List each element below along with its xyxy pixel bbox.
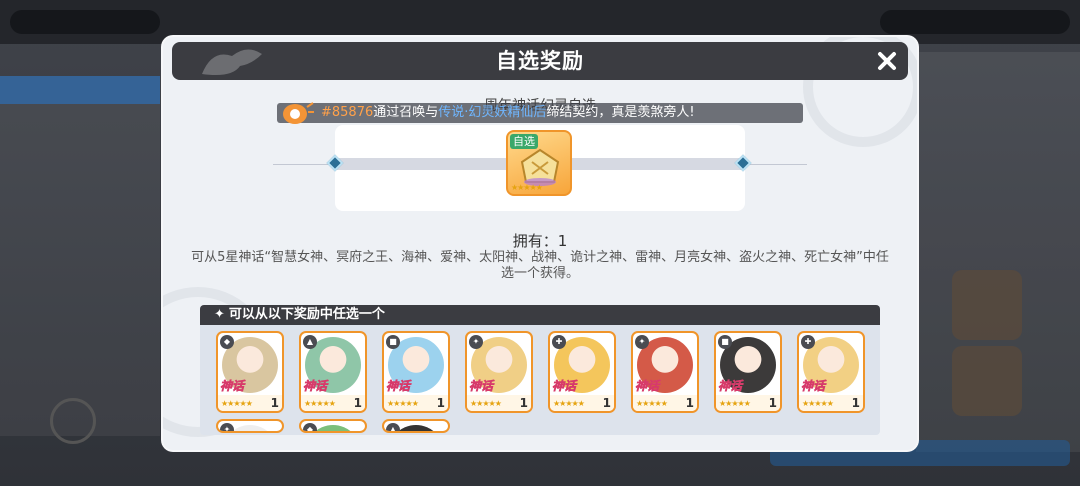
reward-description: 可从5星神话“智慧女神、冥府之王、海神、爱神、太阳神、战神、诡计之神、雷神、月亮… bbox=[191, 250, 889, 281]
reward-card[interactable]: ✦ bbox=[216, 419, 284, 433]
rarity-label: 神话 bbox=[635, 379, 660, 394]
star-rating: ★★★★★ bbox=[511, 183, 543, 192]
star-rating: ★★★★★ bbox=[470, 399, 502, 408]
owned-label: 拥有： bbox=[512, 232, 558, 250]
item-quantity: 1 bbox=[436, 396, 445, 410]
reward-card[interactable]: ✚ 神话 ★★★★★ 1 bbox=[548, 331, 616, 413]
reward-options-title-text: 可以从以下奖励中任选一个 bbox=[228, 307, 385, 322]
book-icon: ■ bbox=[386, 335, 400, 349]
item-quantity: 1 bbox=[519, 396, 528, 410]
shield-icon: ◆ bbox=[303, 423, 317, 431]
item-quantity: 1 bbox=[851, 396, 860, 410]
reward-card[interactable]: ✦ 神话 ★★★★★ 1 bbox=[465, 331, 533, 413]
reward-card[interactable]: ▲ 神话 ★★★★★ 1 bbox=[299, 331, 367, 413]
reward-options-panel: ✦ 可以从以下奖励中任选一个 ◆ 神话 ★★★★★ 1 ▲ 神话 ★★★★★ 1 ■ 神话 ★★★★★… bbox=[200, 305, 880, 435]
background-selected-nav bbox=[0, 76, 160, 104]
hammer-icon: ✚ bbox=[801, 335, 815, 349]
shield-icon: ◆ bbox=[220, 335, 234, 349]
sword-icon: ✦ bbox=[635, 335, 649, 349]
background-card bbox=[952, 346, 1022, 416]
star-rating: ★★★★★ bbox=[553, 399, 585, 408]
background-resource-pill bbox=[10, 10, 160, 34]
reward-card[interactable]: ■ 神话 ★★★★★ 1 bbox=[382, 331, 450, 413]
rarity-label: 神话 bbox=[801, 379, 826, 394]
reward-card[interactable]: ◆ bbox=[299, 419, 367, 433]
hammer-icon: ✚ bbox=[552, 335, 566, 349]
modal-title: 自选奖励 bbox=[496, 49, 584, 73]
book-icon: ■ bbox=[718, 335, 732, 349]
item-quantity: 1 bbox=[685, 396, 694, 410]
marquee-player-id: #85876 bbox=[321, 105, 374, 120]
self-select-tag: 自选 bbox=[510, 134, 538, 149]
owned-count: 拥有：1 bbox=[163, 230, 917, 251]
owned-value: 1 bbox=[557, 232, 568, 250]
item-quantity: 1 bbox=[602, 396, 611, 410]
sword-icon: ✦ bbox=[469, 335, 483, 349]
reward-options-title: ✦ 可以从以下奖励中任选一个 bbox=[214, 305, 385, 325]
reward-card[interactable]: ✦ 神话 ★★★★★ 1 bbox=[631, 331, 699, 413]
background-card bbox=[952, 270, 1022, 340]
marquee-text-segment: 缔结契约，真是羡煞旁人! bbox=[546, 105, 695, 120]
megaphone-icon bbox=[283, 102, 314, 124]
star-rating: ★★★★★ bbox=[387, 399, 419, 408]
chest-item[interactable]: 自选 ★★★★★ bbox=[506, 130, 572, 196]
rarity-label: 神话 bbox=[386, 379, 411, 394]
decor-line bbox=[273, 164, 333, 165]
rarity-label: 神话 bbox=[552, 379, 577, 394]
star-rating: ★★★★★ bbox=[719, 399, 751, 408]
star-rating: ★★★★★ bbox=[802, 399, 834, 408]
star-rating: ★★★★★ bbox=[304, 399, 336, 408]
reward-options-header: ✦ 可以从以下奖励中任选一个 bbox=[200, 305, 880, 325]
reward-card[interactable]: ▲ bbox=[382, 419, 450, 433]
star-rating: ★★★★★ bbox=[221, 399, 253, 408]
star-rating: ★★★★★ bbox=[636, 399, 668, 408]
golden-chest-icon bbox=[520, 148, 560, 186]
decor-line bbox=[747, 164, 807, 165]
reward-card[interactable]: ◆ 神话 ★★★★★ 1 bbox=[216, 331, 284, 413]
reward-select-modal: 自选奖励 周年神话幻灵自选 自选 ★★★★★ #85876通过召唤与传说·幻灵妖… bbox=[163, 37, 917, 450]
marquee-text-segment: 通过召唤与 bbox=[373, 105, 439, 120]
rarity-label: 神话 bbox=[718, 379, 743, 394]
rarity-label: 神话 bbox=[303, 379, 328, 394]
marquee-text: #85876通过召唤与传说·幻灵妖精仙后缔结契约，真是羡煞旁人! bbox=[321, 103, 695, 123]
item-quantity: 1 bbox=[353, 396, 362, 410]
modal-header: 自选奖励 bbox=[172, 42, 908, 80]
background-circle-button bbox=[50, 398, 96, 444]
sparkle-icon: ✦ bbox=[214, 307, 225, 322]
background-resource-pill bbox=[880, 10, 1070, 34]
helmet-icon: ▲ bbox=[303, 335, 317, 349]
item-quantity: 1 bbox=[270, 396, 279, 410]
background-left-panel bbox=[0, 76, 160, 436]
helmet-icon: ▲ bbox=[386, 423, 400, 431]
sword-icon: ✦ bbox=[220, 423, 234, 431]
item-quantity: 1 bbox=[768, 396, 777, 410]
marquee-highlight: 妖精仙后 bbox=[494, 105, 547, 120]
reward-card[interactable]: ■ 神话 ★★★★★ 1 bbox=[714, 331, 782, 413]
rarity-label: 神话 bbox=[469, 379, 494, 394]
close-icon[interactable] bbox=[874, 48, 900, 74]
broadcast-marquee: #85876通过召唤与传说·幻灵妖精仙后缔结契约，真是羡煞旁人! bbox=[277, 102, 803, 124]
reward-card[interactable]: ✚ 神话 ★★★★★ 1 bbox=[797, 331, 865, 413]
marquee-highlight: 传说·幻灵 bbox=[438, 105, 495, 120]
rarity-label: 神话 bbox=[220, 379, 245, 394]
